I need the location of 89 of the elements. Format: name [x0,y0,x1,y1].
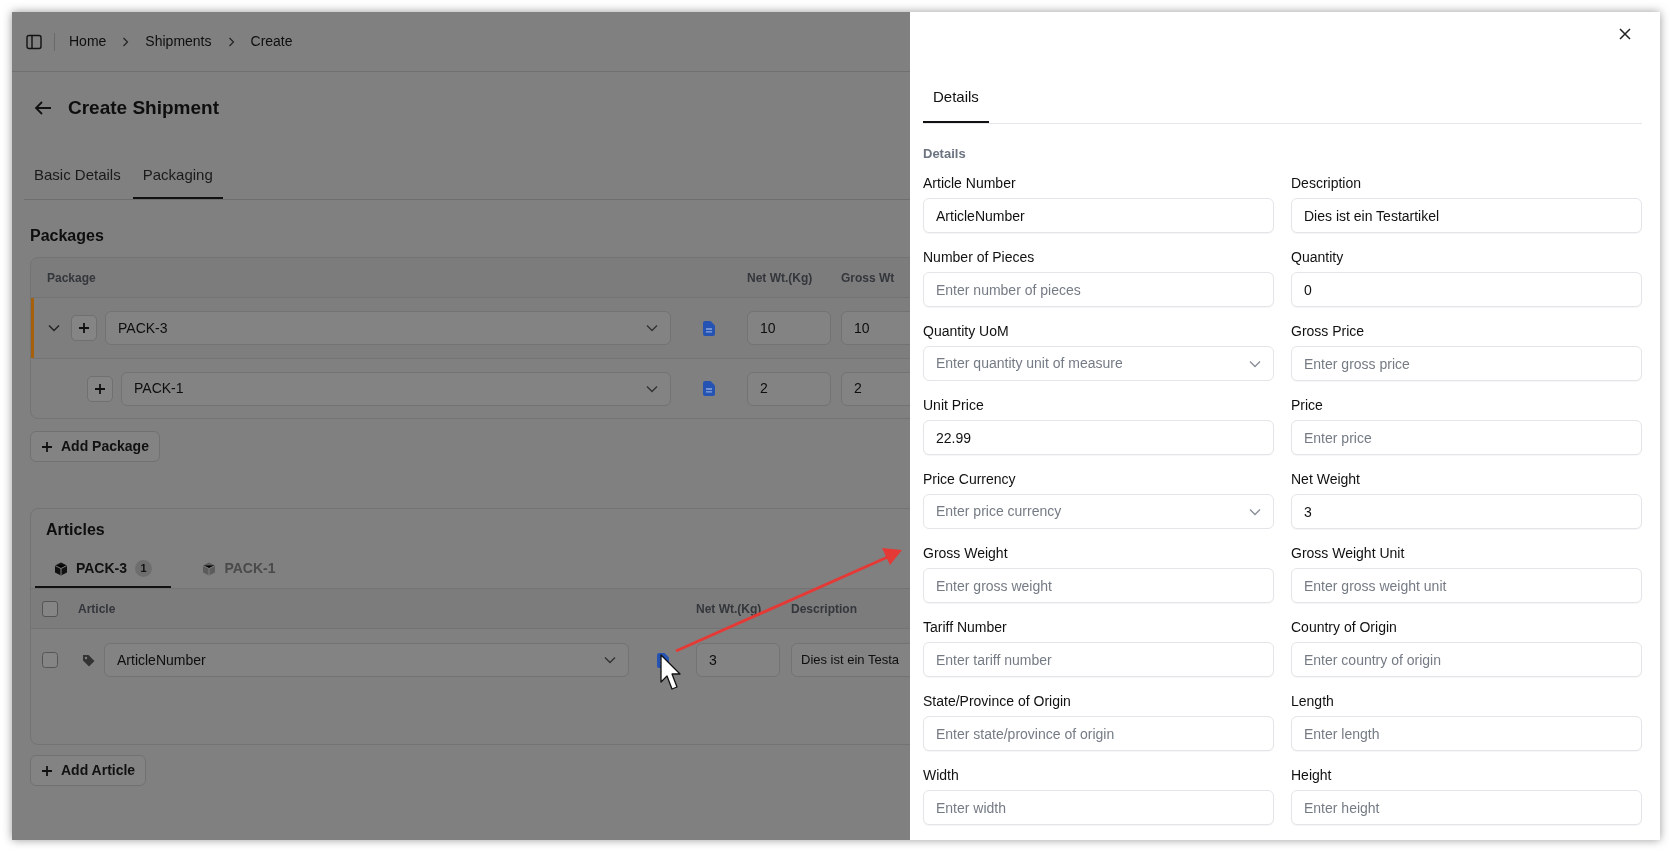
tag-icon [82,653,95,667]
field-label: Number of Pieces [923,249,1036,265]
input-field[interactable]: 3 [1291,494,1642,529]
field-label: Width [923,767,960,783]
input-field[interactable]: 10 [747,311,831,345]
chevron-down-icon [646,384,658,393]
package-row[interactable]: PACK-1 2 2 [31,358,910,418]
column-header: Description [791,600,857,618]
chevron-down-icon [1249,359,1261,368]
breadcrumb-link[interactable]: Create [250,31,293,52]
tab[interactable]: Packaging [132,152,223,199]
row-checkbox[interactable] [42,652,58,668]
input-field[interactable]: 22.99 [923,420,1274,455]
tab[interactable]: Basic Details [24,152,131,199]
input-field[interactable]: Enter width [923,790,1274,825]
column-header: Article [78,600,116,618]
input-field[interactable]: Enter gross weight [923,568,1274,603]
sidebar-toggle-icon[interactable] [26,33,42,50]
field-label: Price Currency [923,471,1017,487]
field-label: Tariff Number [923,619,1008,635]
input-field[interactable]: 2 [747,371,831,406]
input-field[interactable]: Enter price [1291,420,1642,455]
field-label: Gross Weight [923,545,1009,561]
column-header: Gross Wt [841,269,895,287]
column-header: Net Wt.(Kg) [747,270,813,285]
add-button[interactable] [71,315,97,341]
input-field[interactable]: Enter gross price [1291,346,1642,381]
input-field[interactable]: Enter height [1291,790,1642,825]
add-button[interactable] [87,375,113,402]
chevron-right-icon [227,36,235,47]
input-field[interactable]: ArticleNumber [923,198,1274,233]
field-label: Price [1291,397,1324,413]
field-label: Country of Origin [1291,619,1398,635]
plus-icon [78,322,90,334]
column-header: Net Wt.(Kg) [696,601,762,616]
input-field[interactable]: Enter state/province of origin [923,716,1274,751]
close-icon [1619,28,1631,40]
dropdown-field[interactable]: PACK-1 [121,371,671,406]
tab[interactable]: Details [923,72,989,123]
input-field[interactable]: 10 [841,311,910,345]
dropdown-field[interactable]: Enter quantity unit of measure [923,346,1274,381]
input-field[interactable]: 0 [1291,272,1642,307]
field-label: Length [1291,693,1335,709]
add-package-button[interactable]: Add Package [30,431,160,462]
section-heading: Packages [30,226,105,245]
plus-icon [94,382,106,395]
field-label: Quantity UoM [923,323,1010,339]
dropdown-field[interactable]: PACK-3 [105,311,671,345]
field-label: Unit Price [923,397,985,413]
package-row[interactable]: PACK-3 10 10 [31,298,910,358]
page-title: Create Shipment [68,96,219,120]
select-all-checkbox[interactable] [42,600,58,617]
add-article-button[interactable]: Add Article [30,755,147,786]
input-field[interactable]: Enter length [1291,716,1642,751]
plus-icon [41,764,53,777]
chevron-down-icon [604,656,616,664]
field-label: State/Province of Origin [923,693,1072,709]
input-field[interactable]: Enter country of origin [1291,642,1642,677]
field-label: Height [1291,767,1333,783]
field-label: Gross Weight Unit [1291,545,1406,561]
input-field[interactable]: Dies ist ein Testartikel [1291,198,1642,233]
breadcrumb-link[interactable]: Home [69,31,107,52]
column-header: Package [47,270,96,285]
chevron-right-icon [122,36,130,47]
input-field[interactable]: Dies ist ein Testa [791,643,910,677]
dropdown-field[interactable]: ArticleNumber [104,643,629,677]
input-field[interactable]: Enter tariff number [923,642,1274,677]
cube-icon [53,561,68,576]
section-heading: Details [923,146,967,162]
cube-icon [202,561,217,576]
chevron-down-icon [646,324,658,332]
input-field[interactable]: 3 [696,643,780,677]
dropdown-field[interactable]: Enter price currency [923,494,1274,529]
field-label: Article Number [923,175,1017,191]
input-field[interactable]: 2 [841,371,910,406]
chevron-down-icon [1249,507,1261,516]
back-arrow-icon[interactable] [34,100,52,116]
chevron-down-icon[interactable] [48,324,60,332]
input-field[interactable]: Enter number of pieces [923,272,1274,307]
section-heading: Articles [45,520,106,540]
field-label: Description [1291,175,1363,191]
field-label: Net Weight [1291,471,1361,487]
breadcrumb-link[interactable]: Shipments [145,31,212,52]
field-label: Gross Price [1291,323,1366,339]
input-field[interactable]: Enter gross weight unit [1291,568,1642,603]
count-badge: 1 [135,560,153,577]
plus-icon [41,440,53,453]
field-label: Quantity [1291,249,1345,265]
cursor-icon [660,654,681,690]
